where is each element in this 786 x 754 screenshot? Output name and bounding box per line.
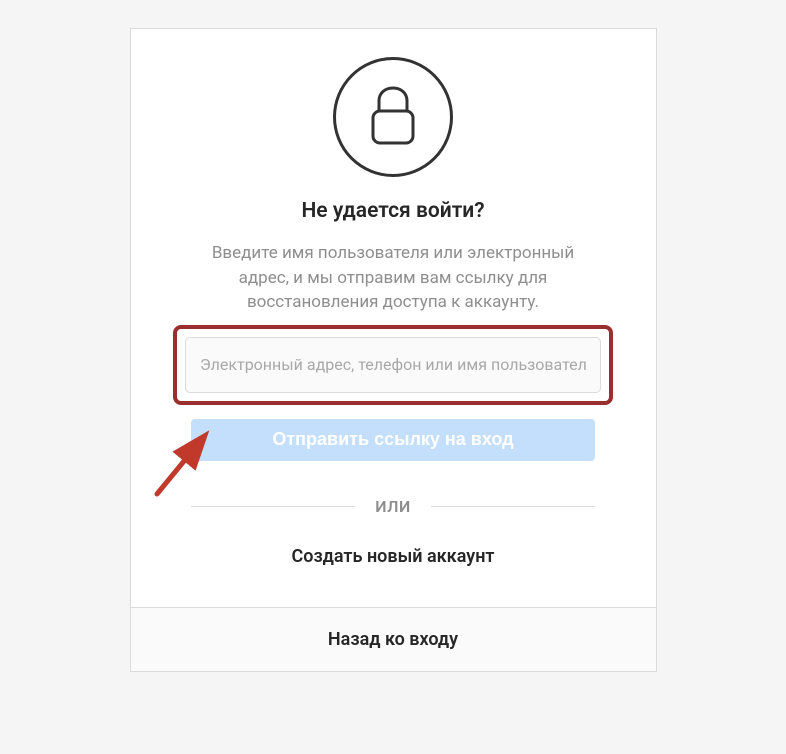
lock-icon bbox=[333, 57, 453, 177]
divider: ИЛИ bbox=[191, 497, 595, 516]
input-highlight-box bbox=[173, 325, 613, 405]
credential-input[interactable] bbox=[185, 337, 601, 393]
divider-label: ИЛИ bbox=[355, 497, 430, 516]
page-title: Не удается войти? bbox=[301, 199, 484, 223]
divider-line-right bbox=[431, 506, 595, 507]
description-text: Введите имя пользователя или электронный… bbox=[131, 241, 656, 315]
account-recovery-card: Не удается войти? Введите имя пользовате… bbox=[130, 28, 657, 672]
send-link-button[interactable]: Отправить ссылку на вход bbox=[191, 419, 595, 461]
create-account-link[interactable]: Создать новый аккаунт bbox=[291, 546, 494, 567]
main-panel: Не удается войти? Введите имя пользовате… bbox=[130, 28, 657, 608]
back-to-login-link[interactable]: Назад ко входу bbox=[328, 629, 458, 650]
divider-line-left bbox=[191, 506, 355, 507]
footer-panel: Назад ко входу bbox=[130, 608, 657, 672]
